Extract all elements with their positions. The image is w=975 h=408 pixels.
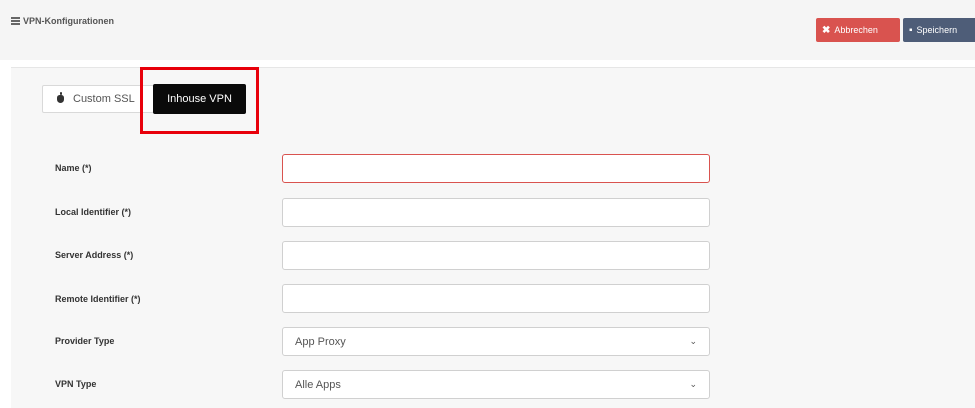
list-icon (11, 17, 20, 25)
apple-icon (57, 92, 64, 103)
save-icon: ▪ (909, 24, 913, 36)
tab-custom-ssl[interactable]: Custom SSL (42, 85, 154, 113)
save-button[interactable]: ▪ Speichern (903, 18, 975, 42)
close-icon: ✖ (822, 24, 831, 36)
page-header: VPN-Konfigurationen ✖ Abbrechen ▪ Speich… (0, 0, 975, 60)
provider-type-label: Provider Type (55, 336, 115, 346)
page-title: VPN-Konfigurationen (11, 16, 114, 26)
highlight-box (140, 67, 259, 134)
local-identifier-label: Local Identifier (*) (55, 207, 132, 217)
save-button-label: Speichern (916, 25, 958, 35)
chevron-down-icon: ⌄ (689, 379, 697, 389)
remote-identifier-field[interactable] (282, 284, 710, 313)
name-label: Name (*) (55, 163, 92, 173)
provider-type-select[interactable]: App Proxy ⌄ (282, 327, 710, 356)
config-card: Custom SSL Inhouse VPN Name (*) Local Id… (11, 67, 975, 408)
local-identifier-field[interactable] (282, 198, 710, 227)
chevron-down-icon: ⌄ (689, 336, 697, 346)
provider-type-value: App Proxy (295, 335, 346, 348)
name-field[interactable] (282, 154, 710, 183)
cancel-button[interactable]: ✖ Abbrechen (816, 18, 900, 42)
cancel-button-label: Abbrechen (834, 25, 878, 35)
tab-custom-ssl-label: Custom SSL (73, 93, 135, 105)
vpn-type-value: Alle Apps (295, 378, 341, 391)
remote-identifier-label: Remote Identifier (*) (55, 294, 141, 304)
vpn-type-label: VPN Type (55, 379, 97, 389)
server-address-label: Server Address (*) (55, 250, 134, 260)
server-address-field[interactable] (282, 241, 710, 270)
page-title-text: VPN-Konfigurationen (23, 16, 114, 26)
vpn-type-select[interactable]: Alle Apps ⌄ (282, 370, 710, 399)
